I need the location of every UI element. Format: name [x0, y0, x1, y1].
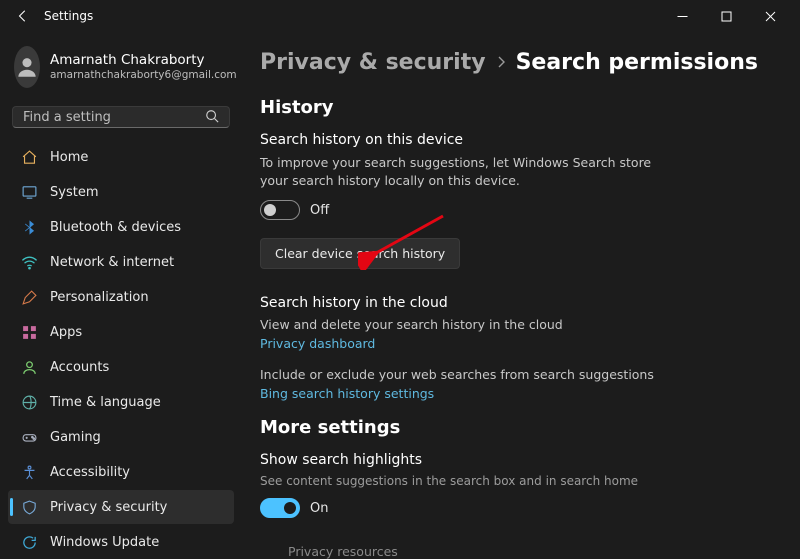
search-highlights-heading: Show search highlights — [260, 452, 778, 468]
search-highlights-toggle-label: On — [310, 501, 328, 516]
avatar — [14, 46, 40, 88]
profile-name: Amarnath Chakraborty — [50, 52, 237, 69]
device-history-heading: Search history on this device — [260, 132, 778, 148]
breadcrumb-current: Search permissions — [516, 50, 758, 75]
more-settings-title: More settings — [260, 417, 778, 438]
nav-network[interactable]: Network & internet — [8, 245, 234, 279]
search-highlights-toggle[interactable] — [260, 498, 300, 518]
back-button[interactable] — [8, 1, 38, 31]
device-history-toggle-label: Off — [310, 203, 329, 218]
minimize-button[interactable] — [660, 1, 704, 31]
windows-update-icon — [20, 533, 38, 551]
time-language-icon — [20, 393, 38, 411]
sidebar: Amarnath Chakraborty amarnathchakraborty… — [0, 32, 242, 559]
nav-personalization[interactable]: Personalization — [8, 280, 234, 314]
accessibility-icon — [20, 463, 38, 481]
profile-card[interactable]: Amarnath Chakraborty amarnathchakraborty… — [8, 42, 234, 102]
home-icon — [20, 148, 38, 166]
nav-label: Bluetooth & devices — [50, 220, 181, 235]
profile-email: amarnathchakraborty6@gmail.com — [50, 69, 237, 82]
cloud-history-heading: Search history in the cloud — [260, 295, 778, 311]
accounts-icon — [20, 358, 38, 376]
search-input[interactable] — [23, 110, 205, 125]
network-icon — [20, 253, 38, 271]
nav-time-language[interactable]: Time & language — [8, 385, 234, 419]
apps-icon — [20, 323, 38, 341]
content-area: Privacy & security Search permissions Hi… — [242, 32, 800, 559]
nav-label: Personalization — [50, 290, 149, 305]
clear-device-history-button[interactable]: Clear device search history — [260, 238, 460, 269]
nav-home[interactable]: Home — [8, 140, 234, 174]
gaming-icon — [20, 428, 38, 446]
nav-label: Network & internet — [50, 255, 174, 270]
breadcrumb-parent[interactable]: Privacy & security — [260, 50, 486, 75]
chevron-right-icon — [496, 53, 506, 72]
nav-label: Home — [50, 150, 88, 165]
nav-bluetooth[interactable]: Bluetooth & devices — [8, 210, 234, 244]
privacy-resources-row[interactable]: Privacy resources — [260, 536, 778, 559]
nav-label: Windows Update — [50, 535, 159, 550]
device-history-toggle[interactable] — [260, 200, 300, 220]
search-icon — [205, 108, 219, 127]
personalization-icon — [20, 288, 38, 306]
breadcrumb: Privacy & security Search permissions — [260, 50, 778, 75]
privacy-dashboard-link[interactable]: Privacy dashboard — [260, 336, 778, 351]
sidebar-nav: Home System Bluetooth & devices Network … — [8, 140, 234, 559]
device-history-desc: To improve your search suggestions, let … — [260, 154, 680, 190]
nav-label: System — [50, 185, 98, 200]
nav-windows-update[interactable]: Windows Update — [8, 525, 234, 559]
nav-label: Time & language — [50, 395, 161, 410]
nav-label: Privacy & security — [50, 500, 167, 515]
bing-history-settings-link[interactable]: Bing search history settings — [260, 386, 778, 401]
nav-accessibility[interactable]: Accessibility — [8, 455, 234, 489]
nav-gaming[interactable]: Gaming — [8, 420, 234, 454]
nav-label: Accounts — [50, 360, 109, 375]
history-section-title: History — [260, 97, 778, 118]
nav-privacy-security[interactable]: Privacy & security — [8, 490, 234, 524]
nav-apps[interactable]: Apps — [8, 315, 234, 349]
nav-label: Apps — [50, 325, 82, 340]
close-button[interactable] — [748, 1, 792, 31]
nav-label: Gaming — [50, 430, 101, 445]
nav-label: Accessibility — [50, 465, 130, 480]
nav-accounts[interactable]: Accounts — [8, 350, 234, 384]
nav-system[interactable]: System — [8, 175, 234, 209]
cloud-history-desc2: Include or exclude your web searches fro… — [260, 367, 778, 382]
privacy-icon — [20, 498, 38, 516]
find-setting-search[interactable] — [12, 106, 230, 128]
maximize-button[interactable] — [704, 1, 748, 31]
window-title: Settings — [44, 9, 93, 23]
system-icon — [20, 183, 38, 201]
search-highlights-desc: See content suggestions in the search bo… — [260, 474, 778, 488]
bluetooth-icon — [20, 218, 38, 236]
cloud-history-desc1: View and delete your search history in t… — [260, 317, 778, 332]
